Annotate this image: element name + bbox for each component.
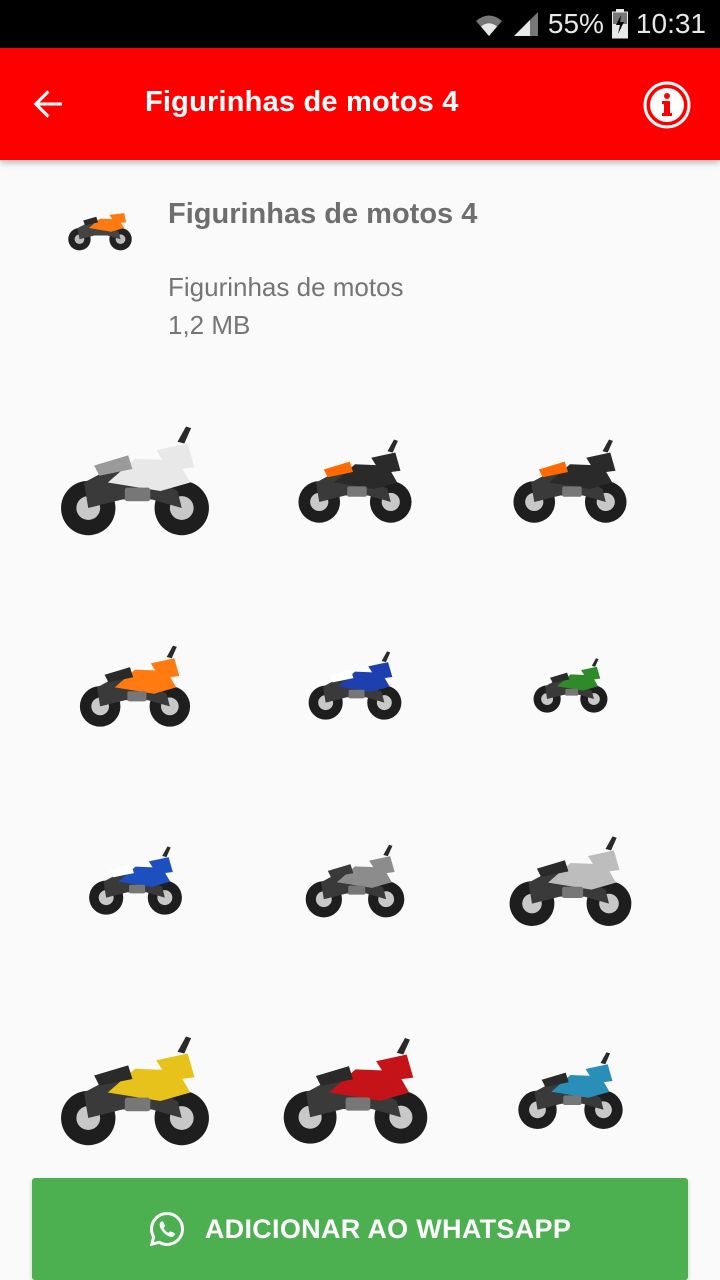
motorcycle-icon [283, 1038, 427, 1144]
pack-size: 1,2 MB [168, 310, 251, 340]
add-button-label: ADICIONAR AO WHATSAPP [204, 1213, 572, 1244]
motorcycle-icon [61, 426, 209, 536]
clock: 10:31 [635, 8, 706, 39]
motorcycle-icon [79, 645, 191, 727]
battery-charging-icon [611, 9, 628, 39]
motorcycle-icon [308, 651, 402, 720]
status-bar: 55% 10:31 [0, 0, 720, 48]
motorcycle-icon [533, 658, 607, 713]
status-icons: 55% 10:31 [474, 0, 706, 48]
sticker-item[interactable] [255, 595, 455, 775]
motorcycle-icon [298, 439, 412, 523]
motorcycle-icon [513, 439, 627, 523]
sticker-item[interactable] [255, 1000, 455, 1180]
sticker-item[interactable] [255, 790, 455, 970]
motorcycle-icon [305, 844, 405, 917]
info-button[interactable] [640, 78, 694, 132]
sticker-item[interactable] [470, 390, 670, 570]
sticker-item[interactable] [470, 595, 670, 775]
battery-percent: 55% [547, 8, 604, 39]
motorcycle-icon [509, 835, 631, 926]
info-icon [643, 81, 691, 129]
back-button[interactable] [18, 74, 78, 134]
sticker-item[interactable] [35, 595, 235, 775]
sticker-item[interactable] [35, 790, 235, 970]
app-bar: Figurinhas de motos 4 [0, 48, 720, 160]
sticker-item[interactable] [255, 390, 455, 570]
add-to-whatsapp-button[interactable]: ADICIONAR AO WHATSAPP [32, 1178, 688, 1280]
sticker-item[interactable] [35, 390, 235, 570]
sticker-item[interactable] [470, 1000, 670, 1180]
sticker-item[interactable] [470, 790, 670, 970]
arrow-left-icon [33, 90, 62, 118]
page-title: Figurinhas de motos 4 [145, 86, 459, 118]
sticker-item[interactable] [35, 1000, 235, 1180]
wifi-icon [474, 10, 504, 38]
motorcycle-icon [61, 1036, 209, 1146]
sticker-grid [0, 390, 720, 1170]
motorcycle-icon [88, 846, 182, 915]
signal-icon [512, 10, 540, 38]
motorcycle-icon [517, 1052, 623, 1129]
pack-name: Figurinhas de motos 4 [168, 198, 478, 230]
pack-publisher: Figurinhas de motos [168, 272, 404, 302]
whatsapp-icon [149, 1211, 184, 1247]
pack-tray-icon [62, 200, 138, 256]
